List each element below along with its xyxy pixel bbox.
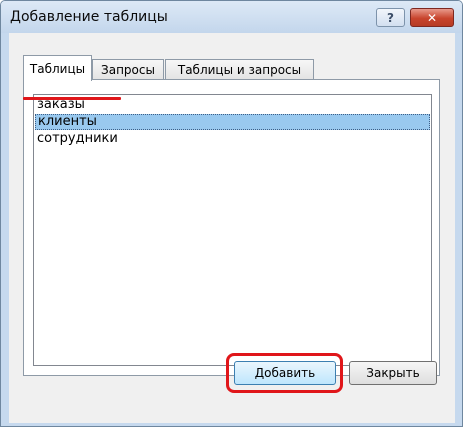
window-close-button[interactable]: ✕ bbox=[410, 8, 454, 27]
tables-listbox[interactable]: заказы клиенты сотрудники bbox=[33, 94, 432, 366]
list-item-clients[interactable]: клиенты bbox=[35, 114, 430, 130]
tab-queries-label: Запросы bbox=[101, 63, 155, 77]
close-button[interactable]: Закрыть bbox=[349, 361, 437, 385]
annotation-underline bbox=[23, 97, 121, 100]
tab-tables-and-queries-label: Таблицы и запросы bbox=[177, 63, 302, 77]
title-bar[interactable]: Добавление таблицы ? ✕ bbox=[1, 1, 462, 33]
tab-panel: заказы клиенты сотрудники bbox=[23, 79, 440, 376]
tab-tables[interactable]: Таблицы bbox=[23, 55, 92, 81]
add-table-dialog: Добавление таблицы ? ✕ Таблицы Запросы Т… bbox=[0, 0, 463, 427]
tab-queries[interactable]: Запросы bbox=[92, 59, 164, 80]
tab-tables-label: Таблицы bbox=[29, 61, 86, 76]
close-button-label: Закрыть bbox=[366, 366, 420, 380]
dialog-title: Добавление таблицы bbox=[10, 9, 168, 25]
tab-tables-and-queries[interactable]: Таблицы и запросы bbox=[165, 59, 314, 80]
annotation-highlight bbox=[226, 353, 343, 393]
help-icon: ? bbox=[387, 10, 394, 25]
list-item-employees[interactable]: сотрудники bbox=[35, 131, 430, 147]
help-button[interactable]: ? bbox=[376, 8, 405, 27]
close-icon: ✕ bbox=[426, 10, 438, 25]
